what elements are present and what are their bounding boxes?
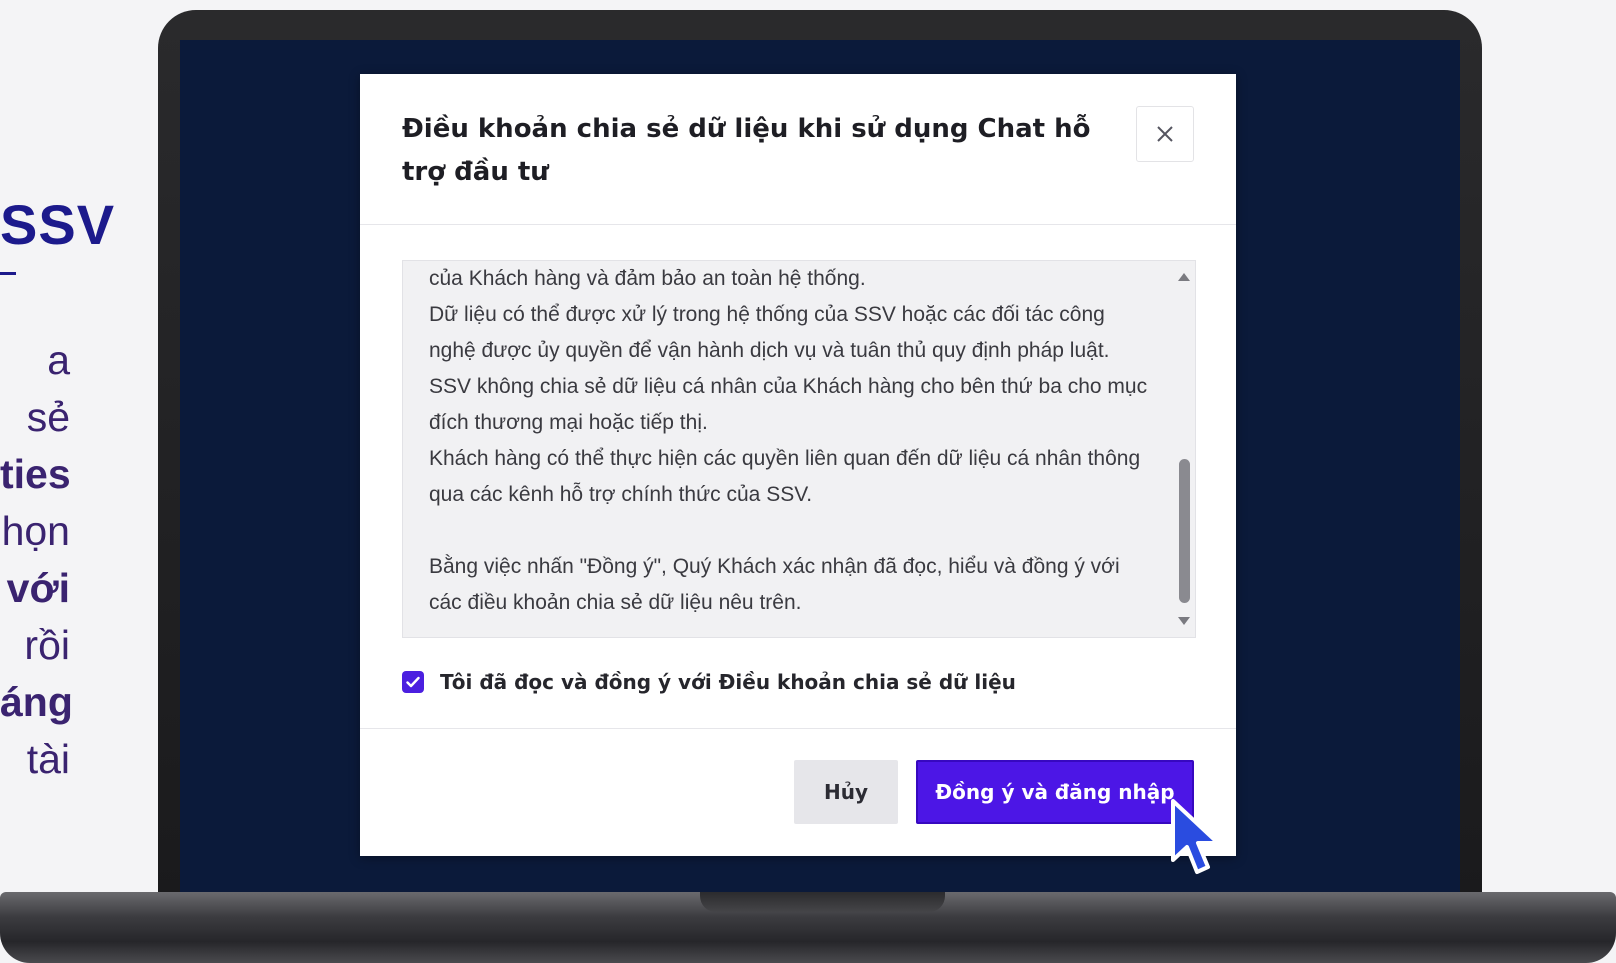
consent-row[interactable]: Tôi đã đọc và đồng ý với Điều khoản chia…: [402, 670, 1016, 694]
agree-login-button[interactable]: Đồng ý và đăng nhập: [916, 760, 1194, 824]
terms-scroll-area[interactable]: của Khách hàng và đảm bảo an toàn hệ thố…: [402, 260, 1196, 638]
header-divider: [360, 224, 1236, 225]
side-line: ties: [0, 451, 71, 497]
side-line: a sẻ: [26, 337, 70, 440]
close-icon: [1157, 126, 1173, 142]
side-line: với: [6, 565, 70, 611]
scroll-up-icon[interactable]: [1178, 273, 1190, 281]
consent-checkbox[interactable]: [402, 671, 424, 693]
mouse-cursor-icon: [1171, 799, 1220, 874]
side-line: tài: [26, 736, 70, 782]
side-title: SSV: [0, 193, 116, 256]
close-button[interactable]: [1136, 106, 1194, 162]
scroll-down-icon[interactable]: [1178, 617, 1190, 625]
terms-dialog: Điều khoản chia sẻ dữ liệu khi sử dụng C…: [360, 74, 1236, 856]
laptop-notch: [700, 892, 945, 912]
consent-label[interactable]: Tôi đã đọc và đồng ý với Điều khoản chia…: [440, 670, 1016, 694]
cancel-button[interactable]: Hủy: [794, 760, 898, 824]
side-description: a sẻ ties họn với rồi áng tài: [0, 332, 73, 788]
slide-canvas: SSV a sẻ ties họn với rồi áng tài Điều k…: [0, 0, 1616, 963]
side-line: áng: [0, 679, 73, 725]
dialog-title: Điều khoản chia sẻ dữ liệu khi sử dụng C…: [402, 114, 1091, 187]
side-title-underline: [0, 272, 16, 275]
checkmark-icon: [406, 676, 420, 688]
scroll-thumb[interactable]: [1179, 459, 1190, 603]
scrollbar[interactable]: [1173, 261, 1195, 637]
footer-divider: [360, 728, 1236, 729]
terms-text: của Khách hàng và đảm bảo an toàn hệ thố…: [429, 267, 1148, 614]
side-line: họn: [1, 508, 70, 554]
side-line: rồi: [24, 622, 70, 668]
